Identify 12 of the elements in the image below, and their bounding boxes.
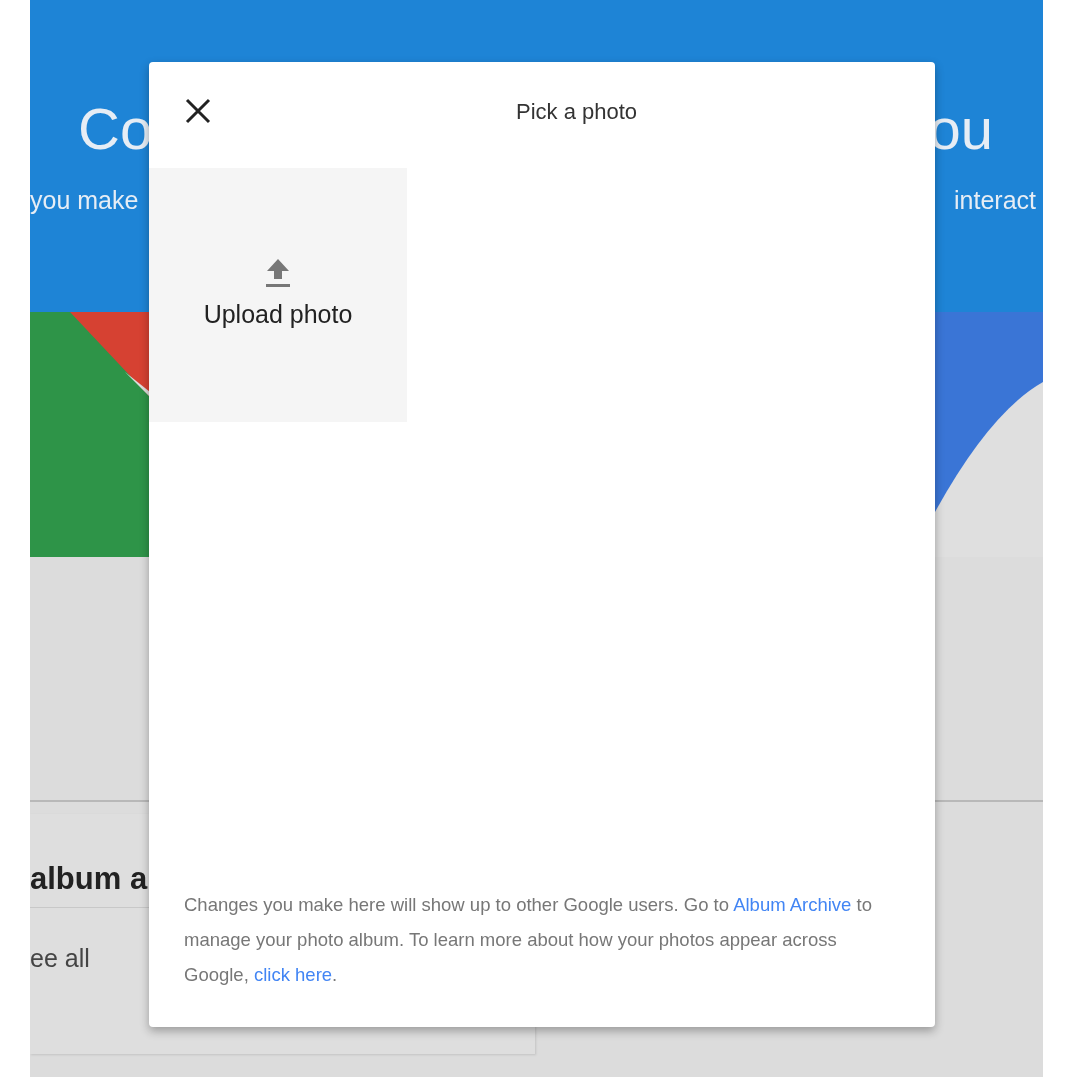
footer-link[interactable]: Album Archive — [733, 894, 852, 915]
footer-text: Changes you make here will show up to other Google users. Go to Album Archive to manage your photo album. To learn more about how your photos appear across Google, click here. — [184, 893, 873, 987]
close-icon — [185, 98, 211, 124]
upload-photo-button[interactable]: Upload photo — [149, 168, 407, 422]
hero-subtitle: interact — [954, 185, 1036, 216]
card-title: album a — [30, 860, 148, 898]
hero-title: Co — [78, 96, 153, 162]
upload-icon — [265, 258, 291, 288]
see-all-link[interactable]: ee all — [30, 942, 90, 974]
footer-link[interactable]: click here — [253, 964, 333, 985]
hero-subtitle: you make — [30, 185, 139, 216]
dialog-title: Pick a photo — [516, 98, 638, 126]
